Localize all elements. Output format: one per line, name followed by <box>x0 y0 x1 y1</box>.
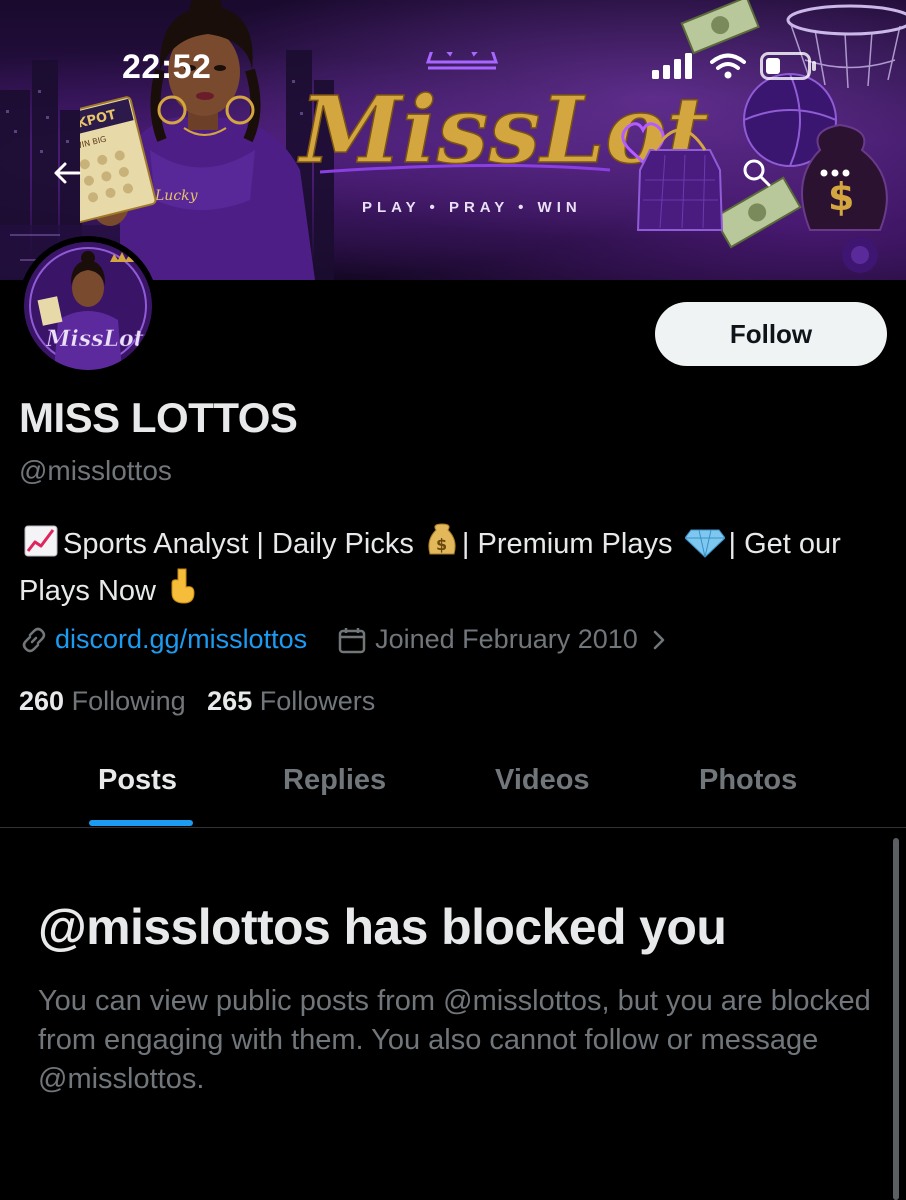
followers-count: 265 <box>207 686 253 716</box>
followers-label: Followers <box>259 686 376 716</box>
active-tab-indicator <box>89 820 193 826</box>
profile-handle: @misslottos <box>19 455 172 486</box>
svg-text:$: $ <box>436 535 447 554</box>
more-dots-icon <box>820 169 850 177</box>
follow-counts: 260 Following 265 Followers <box>19 686 375 717</box>
following-link[interactable]: 260 Following <box>19 686 186 716</box>
avatar-brand-text: MissLottos <box>45 326 152 352</box>
display-name: MISS LOTTOS <box>19 394 298 441</box>
tab-videos[interactable]: Videos <box>495 764 590 797</box>
follow-button[interactable]: Follow <box>655 302 887 366</box>
battery-icon <box>760 52 816 80</box>
tab-posts[interactable]: Posts <box>98 764 177 797</box>
search-button[interactable] <box>734 150 780 196</box>
signal-icon <box>652 53 692 79</box>
chart-increasing-icon <box>24 525 58 557</box>
bio-text-1: Sports Analyst | Daily Picks <box>63 528 414 560</box>
scrollbar[interactable] <box>893 838 899 1200</box>
profile-bio: Sports Analyst | Daily Picks $ | Premium… <box>19 522 889 614</box>
chevron-right-icon[interactable] <box>652 629 666 651</box>
back-button[interactable] <box>44 150 90 196</box>
banner-character-illustration: Lucky JACKPOT WIN BIG <box>80 0 315 280</box>
link-icon <box>22 627 46 652</box>
avatar[interactable]: MissLottos <box>18 236 158 376</box>
tab-photos[interactable]: Photos <box>699 764 797 797</box>
avatar-illustration: MissLottos <box>24 242 152 370</box>
gem-icon <box>684 529 725 558</box>
blocked-notice-body: You can view public posts from @misslott… <box>38 985 871 1095</box>
crown-icon <box>425 52 499 70</box>
hoodie-text: Lucky <box>154 188 199 204</box>
profile-link[interactable]: discord.gg/misslottos <box>55 624 307 655</box>
avatar-image: MissLottos <box>24 242 152 370</box>
following-count: 260 <box>19 686 65 716</box>
banner-tagline: PLAY • PRAY • WIN <box>362 199 582 216</box>
following-label: Following <box>71 686 186 716</box>
calendar-icon <box>338 627 366 653</box>
blocked-notice-title: @misslottos has blocked you <box>38 899 727 955</box>
search-icon <box>743 159 771 187</box>
profile-meta: discord.gg/misslottos Joined February 20… <box>19 624 666 655</box>
profile-banner[interactable]: Lucky JACKPOT WIN BIG MissLot PLAY • PRA… <box>0 0 906 280</box>
tab-replies[interactable]: Replies <box>283 764 386 797</box>
status-bar-time: 22:52 <box>122 48 212 86</box>
banner-decoration: $ <box>636 0 906 273</box>
arrow-left-icon <box>54 162 81 184</box>
profile-page: Lucky JACKPOT WIN BIG MissLot PLAY • PRA… <box>0 0 906 1200</box>
money-bag-icon: $ <box>428 523 456 555</box>
profile-tabs: Posts Replies Videos Photos <box>0 740 906 828</box>
wifi-icon <box>710 53 746 79</box>
joined-date: Joined February 2010 <box>375 624 638 654</box>
bio-text-2: | Premium Plays <box>461 528 673 560</box>
pointing-down-icon <box>171 568 195 604</box>
more-options-button[interactable] <box>812 150 858 196</box>
status-bar-icons <box>652 52 818 80</box>
followers-link[interactable]: 265 Followers <box>207 686 375 716</box>
